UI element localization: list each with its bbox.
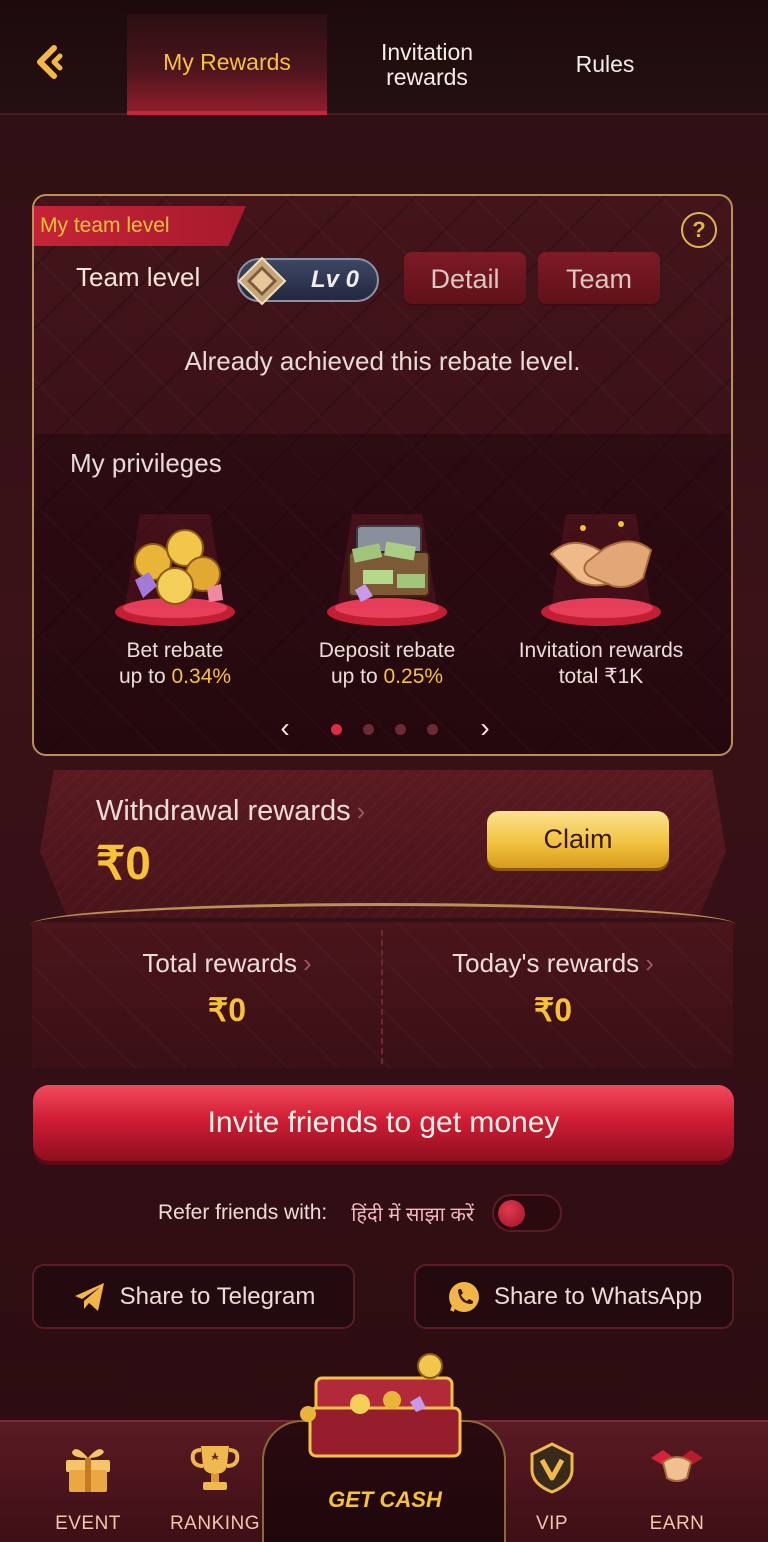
whatsapp-icon xyxy=(448,1281,479,1312)
team-level-ribbon: My team level xyxy=(34,206,246,246)
level-diamond-icon xyxy=(237,256,287,306)
bet-rebate-value: 0.34% xyxy=(171,665,232,689)
privileges-pager: ‹ › xyxy=(34,714,731,744)
deposit-rebate-value: 0.25% xyxy=(383,665,444,689)
chevron-right-icon: › xyxy=(356,796,366,826)
handshake-icon xyxy=(651,1450,703,1482)
invitation-rewards-value: ₹1K xyxy=(604,665,644,689)
pager-dot-2[interactable] xyxy=(363,724,374,735)
back-arrow-icon xyxy=(37,45,63,79)
invitation-rewards-prefix: total xyxy=(558,665,605,689)
bet-rebate-detail: up to 0.34% xyxy=(70,664,280,690)
total-rewards-value: ₹0 xyxy=(207,992,247,1028)
tab-rules-label: Rules xyxy=(575,51,635,78)
nav-vip[interactable]: VIP xyxy=(497,1440,607,1540)
nav-earn[interactable]: EARN xyxy=(622,1440,732,1540)
tab-invitation-rewards-label: Invitation rewards xyxy=(380,39,474,90)
tab-my-rewards[interactable]: My Rewards xyxy=(127,14,327,115)
withdrawal-rewards-label: Withdrawal rewards xyxy=(96,795,351,827)
deposit-rebate-detail: up to 0.25% xyxy=(282,664,492,690)
app-root: My Rewards Invitation rewards Rules My t… xyxy=(0,0,768,1542)
privilege-deposit-rebate: Deposit rebate up to 0.25% xyxy=(282,504,492,694)
invite-friends-label: Invite friends to get money xyxy=(207,1106,560,1139)
nav-get-cash-label: GET CASH xyxy=(328,1487,442,1512)
share-whatsapp-button[interactable]: Share to WhatsApp xyxy=(414,1264,734,1329)
detail-button-label: Detail xyxy=(430,263,500,294)
privileges-title: My privileges xyxy=(70,448,222,478)
telegram-icon xyxy=(74,1282,104,1311)
chevron-right-icon: › xyxy=(302,948,312,978)
total-rewards-label: Total rewards xyxy=(142,948,297,978)
invite-friends-button[interactable]: Invite friends to get money xyxy=(33,1085,734,1161)
todays-rewards-label: Today's rewards xyxy=(452,948,640,978)
pager-dot-3[interactable] xyxy=(395,724,406,735)
pager-dot-1[interactable] xyxy=(331,724,342,735)
pager-dot-4[interactable] xyxy=(427,724,438,735)
refer-hindi-text: हिंदी में साझा करें xyxy=(351,1203,475,1226)
rebate-status-text: Already achieved this rebate level. xyxy=(184,346,581,376)
nav-event[interactable]: EVENT xyxy=(33,1440,143,1540)
total-rewards[interactable]: Total rewards › ₹0 xyxy=(57,948,397,1029)
vip-shield-icon xyxy=(530,1442,574,1494)
back-button[interactable] xyxy=(20,32,80,92)
team-button-label: Team xyxy=(565,263,633,294)
level-badge: Lv 0 xyxy=(237,256,379,306)
nav-event-label: EVENT xyxy=(55,1513,121,1534)
team-level-card: My team level ? Team level Lv 0 Detail T… xyxy=(32,194,733,756)
nav-earn-label: EARN xyxy=(649,1513,705,1534)
withdrawal-amount: ₹0 xyxy=(96,837,151,889)
pager-prev-icon[interactable]: ‹ xyxy=(270,714,300,744)
nav-vip-label: VIP xyxy=(535,1513,569,1534)
bet-rebate-title: Bet rebate xyxy=(126,639,224,662)
pager-next-icon[interactable]: › xyxy=(470,714,500,744)
nav-get-cash[interactable]: GET CASH xyxy=(290,1470,480,1530)
refer-row: Refer friends with: हिंदी में साझा करें xyxy=(158,1193,563,1233)
gift-icon xyxy=(66,1449,110,1492)
top-header: My Rewards Invitation rewards Rules xyxy=(0,0,768,115)
treasure-chest-icon xyxy=(300,1353,462,1458)
team-level-label: Team level xyxy=(76,262,201,292)
hindi-share-toggle[interactable] xyxy=(492,1194,563,1232)
deposit-rebate-title: Deposit rebate xyxy=(318,639,456,662)
toggle-knob xyxy=(498,1200,526,1227)
deposit-rebate-prefix: up to xyxy=(330,665,384,689)
todays-rewards[interactable]: Today's rewards › ₹0 xyxy=(383,948,723,1029)
withdrawal-rewards-link[interactable]: Withdrawal rewards › xyxy=(96,795,365,828)
detail-button[interactable]: Detail xyxy=(404,252,526,306)
team-button[interactable]: Team xyxy=(538,252,660,306)
share-whatsapp-label: Share to WhatsApp xyxy=(493,1282,703,1310)
privileges-section: My privileges Bet rebate up to 0.34% Dep… xyxy=(34,434,731,754)
money-chest-icon xyxy=(307,504,467,634)
bet-rebate-prefix: up to xyxy=(118,665,172,689)
tab-my-rewards-label: My Rewards xyxy=(163,49,291,76)
share-telegram-label: Share to Telegram xyxy=(119,1282,316,1310)
privilege-invitation-rewards: Invitation rewards total ₹1K xyxy=(496,504,706,694)
privilege-bet-rebate: Bet rebate up to 0.34% xyxy=(70,504,280,694)
tab-invitation-rewards[interactable]: Invitation rewards xyxy=(327,14,527,115)
nav-ranking[interactable]: RANKING xyxy=(160,1440,270,1540)
claim-button[interactable]: Claim xyxy=(487,811,669,868)
help-icon[interactable]: ? xyxy=(681,212,717,248)
invitation-rewards-detail: total ₹1K xyxy=(496,664,706,690)
trophy-icon xyxy=(190,1446,240,1490)
share-telegram-button[interactable]: Share to Telegram xyxy=(32,1264,355,1329)
level-badge-text: Lv 0 xyxy=(310,266,359,293)
coins-gems-icon xyxy=(95,504,255,634)
refer-label: Refer friends with: xyxy=(158,1201,328,1224)
handshake-icon xyxy=(521,504,681,634)
todays-rewards-value: ₹0 xyxy=(533,992,573,1028)
chevron-right-icon: › xyxy=(645,948,654,978)
invitation-rewards-title: Invitation rewards xyxy=(518,639,684,662)
claim-button-label: Claim xyxy=(543,824,613,854)
nav-ranking-label: RANKING xyxy=(169,1513,261,1534)
tab-rules[interactable]: Rules xyxy=(505,14,705,115)
